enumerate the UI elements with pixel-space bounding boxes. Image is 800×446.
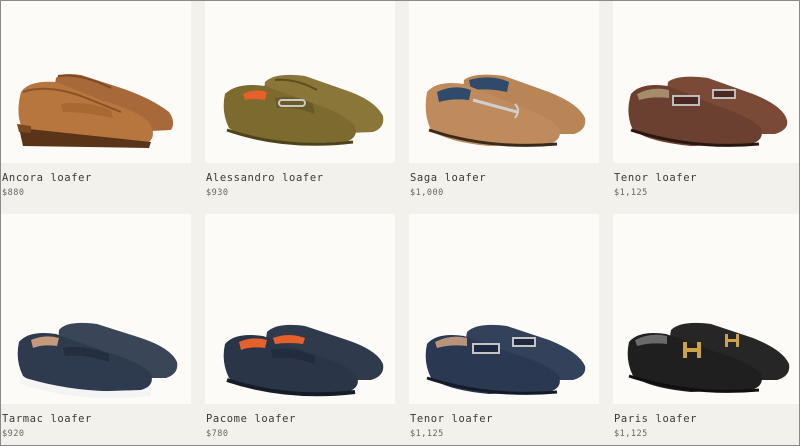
loafer-illustration — [627, 322, 790, 393]
product-image-alessandro[interactable] — [205, 1, 395, 163]
product-price: $920 — [2, 429, 25, 439]
product-card-saga[interactable]: Saga loafer $1,000 — [409, 1, 599, 213]
product-image-pacome[interactable] — [205, 214, 395, 404]
product-name[interactable]: Tarmac loafer — [2, 413, 92, 425]
product-name[interactable]: Ancora loafer — [2, 172, 92, 184]
product-price: $1,125 — [410, 429, 444, 439]
product-price: $880 — [2, 188, 25, 198]
product-image-saga[interactable] — [409, 1, 599, 163]
product-price: $930 — [206, 188, 229, 198]
product-card-alessandro[interactable]: Alessandro loafer $930 — [205, 1, 395, 213]
product-card-ancora[interactable]: Ancora loafer $880 — [1, 1, 191, 213]
product-name[interactable]: Alessandro loafer — [206, 172, 324, 184]
product-grid: Ancora loafer $880 Alessandro loafer $93… — [1, 1, 799, 445]
product-price: $1,125 — [614, 429, 648, 439]
loafer-illustration — [17, 74, 174, 148]
loafer-illustration — [17, 322, 178, 399]
product-name[interactable]: Tenor loafer — [410, 413, 493, 425]
loafer-illustration — [628, 76, 788, 147]
loafer-illustration — [223, 74, 384, 146]
product-image-tenor-navy[interactable] — [409, 214, 599, 404]
product-image-ancora[interactable] — [1, 1, 191, 163]
product-grid-page: Ancora loafer $880 Alessandro loafer $93… — [0, 0, 800, 446]
product-card-paris[interactable]: Paris loafer $1,125 — [613, 213, 799, 445]
product-card-tenor-brown[interactable]: Tenor loafer $1,125 — [613, 1, 799, 213]
loafer-illustration — [223, 324, 384, 397]
product-image-tarmac[interactable] — [1, 214, 191, 404]
product-card-tarmac[interactable]: Tarmac loafer $920 — [1, 213, 191, 445]
product-name[interactable]: Paris loafer — [614, 413, 697, 425]
product-card-pacome[interactable]: Pacome loafer $780 — [205, 213, 395, 445]
product-name[interactable]: Tenor loafer — [614, 172, 697, 184]
loafer-illustration — [425, 74, 586, 147]
product-price: $1,125 — [614, 188, 648, 198]
product-image-paris[interactable] — [613, 214, 799, 404]
product-price: $780 — [206, 429, 229, 439]
product-card-tenor-navy[interactable]: Tenor loafer $1,125 — [409, 213, 599, 445]
product-name[interactable]: Saga loafer — [410, 172, 486, 184]
product-name[interactable]: Pacome loafer — [206, 413, 296, 425]
loafer-illustration — [425, 324, 586, 395]
product-image-tenor-brown[interactable] — [613, 1, 799, 163]
product-price: $1,000 — [410, 188, 444, 198]
